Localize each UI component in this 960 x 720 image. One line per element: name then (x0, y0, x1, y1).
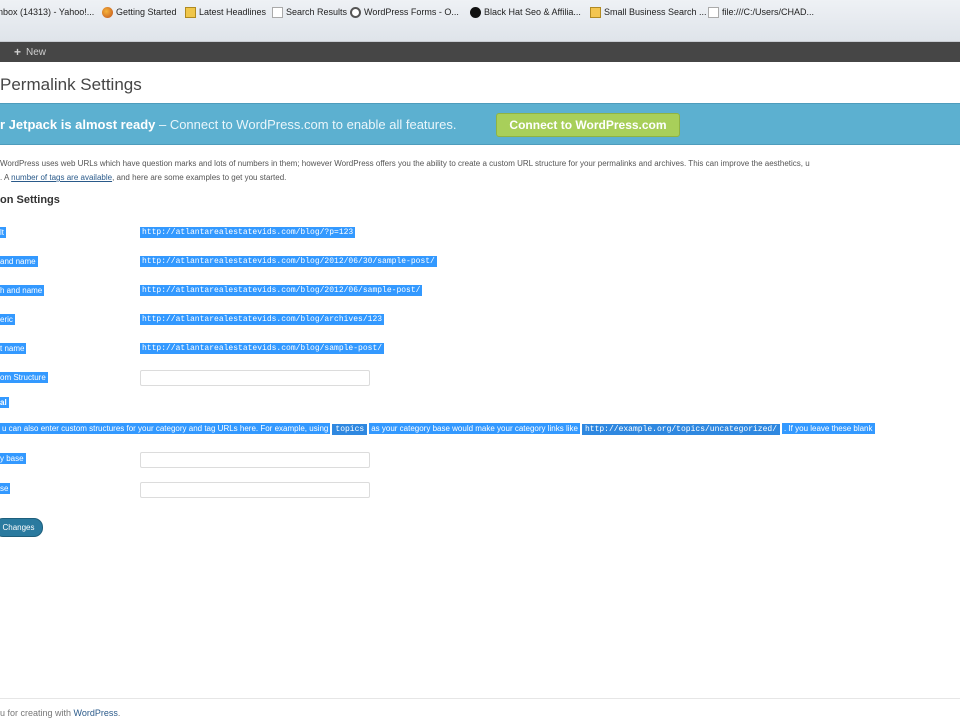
optional-text: u can also enter custom structures for y… (0, 423, 331, 434)
footer-divider (0, 698, 960, 699)
intro-line: . A number of tags are available, and he… (0, 171, 960, 185)
intro-text: , and here are some examples to get you … (112, 173, 287, 182)
common-settings-heading: on Settings (0, 194, 60, 206)
new-button[interactable]: + New (14, 45, 46, 59)
available-tags-link[interactable]: number of tags are available (11, 173, 112, 182)
option-label-default[interactable]: lt (0, 227, 6, 238)
bookmark-local-file[interactable]: file:///C:/Users/CHAD... (708, 5, 814, 19)
bookmark-small-business-search[interactable]: Small Business Search ... (590, 5, 707, 19)
bookmark-yahoo-mail[interactable]: nbox (14313) - Yahoo!... (0, 5, 94, 19)
optional-text: . If you leave these blank (782, 423, 875, 434)
page-icon (272, 6, 283, 18)
tag-base-input[interactable] (140, 482, 370, 498)
page-title: Permalink Settings (0, 75, 142, 94)
admin-bar: + New (0, 42, 960, 62)
category-base-label: y base (0, 453, 26, 464)
footer-text: u for creating with (0, 708, 74, 718)
category-base-input[interactable] (140, 452, 370, 468)
option-label-numeric[interactable]: eric (0, 314, 15, 325)
wordpress-icon (350, 6, 361, 18)
folder-icon (590, 6, 601, 18)
save-changes-button[interactable]: Changes (0, 518, 43, 537)
bookmark-label: Latest Headlines (199, 7, 267, 17)
firefox-icon (102, 6, 113, 18)
new-label: New (26, 46, 47, 58)
bookmark-search-results[interactable]: Search Results (272, 5, 347, 19)
blackhat-icon (470, 6, 481, 18)
bookmark-wordpress-forms[interactable]: WordPress Forms - O... (350, 5, 459, 19)
bookmark-label: Small Business Search ... (604, 7, 707, 17)
wordpress-link[interactable]: WordPress (74, 708, 118, 718)
intro-text: . A (0, 173, 12, 182)
custom-structure-input[interactable] (140, 370, 370, 386)
page-icon (708, 6, 719, 18)
bookmark-label: Getting Started (116, 7, 177, 17)
jetpack-bold-text: r Jetpack is almost ready (0, 117, 156, 132)
intro-paragraph: WordPress uses web URLs which have quest… (0, 157, 960, 185)
bookmark-latest-headlines[interactable]: Latest Headlines (185, 5, 266, 19)
option-example-url: http://atlantarealestatevids.com/blog/?p… (140, 227, 356, 238)
optional-description: u can also enter custom structures for y… (0, 423, 960, 435)
feed-icon (185, 6, 196, 18)
bookmarks-bar: nbox (14313) - Yahoo!... Getting Started… (0, 0, 960, 42)
jetpack-message: r Jetpack is almost ready – Connect to W… (0, 117, 456, 132)
footer: u for creating with WordPress. (0, 708, 120, 718)
bookmark-black-hat-seo[interactable]: Black Hat Seo & Affilia... (470, 5, 581, 19)
option-label-month-and-name[interactable]: h and name (0, 285, 45, 296)
option-example-url: http://atlantarealestatevids.com/blog/20… (140, 285, 423, 296)
plus-icon: + (14, 45, 22, 59)
bookmark-label: nbox (14313) - Yahoo!... (0, 7, 95, 17)
code-sample: topics (332, 424, 368, 435)
footer-text: . (117, 708, 121, 718)
bookmark-label: Black Hat Seo & Affilia... (484, 7, 581, 17)
bookmark-label: file:///C:/Users/CHAD... (722, 7, 815, 17)
intro-line: WordPress uses web URLs which have quest… (0, 159, 810, 168)
option-label-custom-structure[interactable]: om Structure (0, 372, 48, 383)
bookmark-label: Search Results (286, 7, 348, 17)
option-label-post-name[interactable]: t name (0, 343, 27, 354)
option-example-url: http://atlantarealestatevids.com/blog/20… (140, 256, 437, 267)
option-label-day-and-name[interactable]: and name (0, 256, 38, 267)
code-sample: http://example.org/topics/uncategorized/ (581, 424, 780, 435)
jetpack-text: – Connect to WordPress.com to enable all… (155, 117, 457, 132)
optional-heading: al (0, 397, 9, 408)
tag-base-label: se (0, 483, 11, 494)
bookmark-getting-started[interactable]: Getting Started (102, 5, 177, 19)
jetpack-banner: r Jetpack is almost ready – Connect to W… (0, 103, 960, 145)
connect-wordpress-button[interactable]: Connect to WordPress.com (496, 113, 680, 137)
optional-text: as your category base would make your ca… (369, 423, 580, 434)
bookmark-label: WordPress Forms - O... (364, 7, 459, 17)
option-example-url: http://atlantarealestatevids.com/blog/ar… (140, 314, 385, 325)
option-example-url: http://atlantarealestatevids.com/blog/sa… (140, 343, 385, 354)
